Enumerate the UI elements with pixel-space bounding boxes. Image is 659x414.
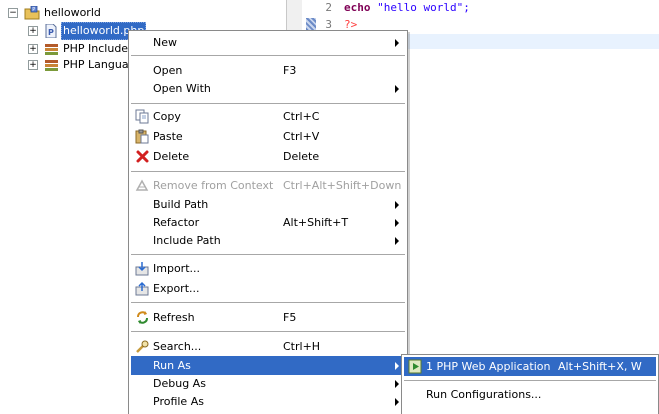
php-web-application-icon <box>408 359 422 374</box>
submenu-item-label: Run Configurations... <box>426 388 542 401</box>
menu-item-shortcut: Alt+Shift+T <box>283 216 349 229</box>
delete-icon <box>136 150 149 163</box>
project-label: helloworld <box>44 6 101 19</box>
menu-item-paste[interactable]: Paste Ctrl+V <box>131 127 405 146</box>
submenu-item-shortcut: Alt+Shift+X, W <box>558 360 642 373</box>
menu-item-shortcut: Delete <box>283 150 320 163</box>
expand-toggle[interactable]: + <box>28 60 38 70</box>
menu-item-label: Refactor <box>153 216 200 229</box>
menu-item-profile-as[interactable]: Profile As <box>131 392 405 411</box>
menu-item-label: Debug As <box>153 377 206 390</box>
menu-item-new[interactable]: New <box>131 33 405 52</box>
export-icon <box>135 281 149 296</box>
submenu-arrow-icon <box>395 380 399 388</box>
library-icon <box>45 60 58 71</box>
menu-separator <box>131 254 405 255</box>
menu-item-label: New <box>153 36 177 49</box>
menu-item-label: Remove from Context <box>153 179 274 192</box>
submenu-item-php-web-application[interactable]: 1 PHP Web Application Alt+Shift+X, W <box>404 357 656 376</box>
menu-item-shortcut: Ctrl+Alt+Shift+Down <box>283 179 402 192</box>
menu-item-refresh[interactable]: Refresh F5 <box>131 308 405 327</box>
menu-separator <box>131 302 405 303</box>
menu-item-import[interactable]: Import... <box>131 259 405 278</box>
menu-item-delete[interactable]: Delete Delete <box>131 147 405 166</box>
menu-item-shortcut: Ctrl+V <box>283 130 320 143</box>
menu-item-label: Search... <box>153 340 202 353</box>
submenu-arrow-icon <box>395 39 399 47</box>
menu-separator <box>131 103 405 104</box>
menu-item-debug-as[interactable]: Debug As <box>131 374 405 393</box>
menu-item-label: Refresh <box>153 311 195 324</box>
menu-item-label: Open <box>153 64 183 77</box>
menu-separator <box>131 55 405 56</box>
occurrence-marker-icon <box>306 18 316 30</box>
menu-item-run-as[interactable]: Run As <box>131 356 405 375</box>
php-file-icon: P <box>45 24 57 38</box>
submenu-arrow-icon <box>395 85 399 93</box>
line-number: 2 <box>325 1 332 14</box>
menu-item-label: Paste <box>153 130 183 143</box>
menu-item-build-path[interactable]: Build Path <box>131 195 405 214</box>
menu-item-label: Import... <box>153 262 200 275</box>
menu-item-remove-from-context[interactable]: Remove from Context Ctrl+Alt+Shift+Down <box>131 176 405 195</box>
svg-text:P: P <box>48 28 54 37</box>
menu-item-open-with[interactable]: Open With <box>131 79 405 98</box>
menu-item-shortcut: F5 <box>283 311 297 324</box>
svg-text:P: P <box>32 7 35 13</box>
remove-context-icon <box>135 179 149 191</box>
menu-item-export[interactable]: Export... <box>131 279 405 298</box>
submenu-item-run-configurations[interactable]: Run Configurations... <box>404 385 656 404</box>
menu-item-copy[interactable]: Copy Ctrl+C <box>131 107 405 126</box>
menu-item-label: Export... <box>153 282 200 295</box>
code-line[interactable]: echo "hello world"; <box>344 1 470 14</box>
menu-item-open[interactable]: Open F3 <box>131 61 405 80</box>
submenu-arrow-icon <box>395 219 399 227</box>
paste-icon <box>135 129 149 144</box>
run-as-submenu: 1 PHP Web Application Alt+Shift+X, W Run… <box>401 354 659 414</box>
submenu-arrow-icon <box>395 398 399 406</box>
menu-item-label: Profile As <box>153 395 204 408</box>
library-icon <box>45 44 58 55</box>
menu-item-label: Run As <box>153 359 191 372</box>
menu-separator <box>404 380 656 381</box>
menu-separator <box>131 331 405 332</box>
expand-toggle[interactable]: + <box>28 26 38 36</box>
menu-item-label: Open With <box>153 82 211 95</box>
menu-item-shortcut: Ctrl+C <box>283 110 320 123</box>
submenu-arrow-icon <box>395 201 399 209</box>
submenu-item-label: 1 PHP Web Application <box>426 360 551 373</box>
import-icon <box>135 262 149 276</box>
refresh-icon <box>137 311 148 324</box>
menu-item-label: Include Path <box>153 234 221 247</box>
php-project-icon: P <box>24 6 40 20</box>
menu-separator <box>131 171 405 172</box>
copy-icon <box>135 109 149 124</box>
menu-item-label: Copy <box>153 110 181 123</box>
code-keyword: echo <box>344 1 371 14</box>
menu-item-shortcut: Ctrl+H <box>283 340 321 353</box>
submenu-arrow-icon <box>395 237 399 245</box>
menu-item-label: Delete <box>153 150 190 163</box>
menu-item-search[interactable]: Search... Ctrl+H <box>131 337 405 356</box>
submenu-arrow-icon <box>395 362 399 370</box>
menu-item-refactor[interactable]: Refactor Alt+Shift+T <box>131 213 405 232</box>
menu-item-shortcut: F3 <box>283 64 297 77</box>
search-icon <box>136 340 149 353</box>
context-menu: New Open F3 Open With Copy Ctrl+C Paste … <box>128 30 408 414</box>
code-string: "hello world"; <box>370 1 470 14</box>
menu-item-label: Build Path <box>153 198 209 211</box>
collapse-toggle[interactable]: − <box>8 8 18 18</box>
menu-item-include-path[interactable]: Include Path <box>131 231 405 250</box>
expand-toggle[interactable]: + <box>28 44 38 54</box>
